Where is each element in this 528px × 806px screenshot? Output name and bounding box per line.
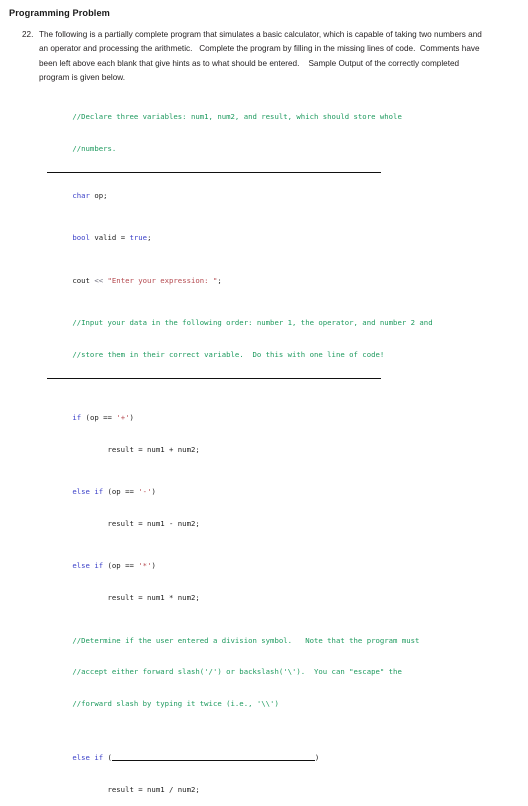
code-line-comment-declare-1: //Declare three variables: num1, num2, a…	[46, 102, 520, 134]
code-line-elseif-minus-body: result = num1 - num2;	[46, 508, 520, 540]
answer-blank-line-1[interactable]	[47, 172, 381, 174]
code-line-comment-div-1: //Determine if the user entered a divisi…	[46, 625, 520, 657]
condition-open: (op ==	[81, 413, 117, 423]
paren-close: )	[314, 753, 320, 763]
code-line-comment-div-3: //forward slash by typing it twice (i.e.…	[46, 689, 520, 721]
code-line-elseif-divide-body: result = num1 / num2;	[46, 774, 520, 806]
keyword-if: if	[72, 413, 82, 423]
answer-blank-line-2[interactable]	[47, 377, 381, 379]
keyword-true: true	[129, 233, 148, 243]
code-line-comment-div-2: //accept either forward slash('/') or ba…	[46, 657, 520, 689]
code-blank-row	[46, 254, 520, 265]
semicolon: ;	[147, 233, 152, 243]
code-line-elseif-divide: else if ()	[46, 741, 520, 774]
code-line-comment-declare-2: //numbers.	[46, 133, 520, 165]
identifier-cout: cout	[72, 275, 90, 285]
code-line-char-decl: char op;	[46, 180, 520, 212]
code-blank-row	[46, 614, 520, 625]
problem-text: The following is a partially complete pr…	[39, 30, 485, 83]
answer-blank-inline-condition[interactable]	[111, 752, 315, 762]
code-blank-row	[46, 466, 520, 477]
code-line-if: if (op == '+')	[46, 402, 520, 434]
statement-text: result = num1 + num2;	[72, 444, 200, 454]
code-blank-row	[46, 720, 520, 731]
code-blank-row	[46, 212, 520, 223]
code-line-comment-input-2: //store them in their correct variable. …	[46, 339, 520, 371]
comment-text: //Input your data in the following order…	[72, 317, 433, 327]
comment-text: //numbers.	[72, 144, 117, 153]
condition-close: )	[129, 413, 134, 423]
comment-text: //accept either forward slash('/') or ba…	[72, 667, 402, 677]
statement-text: result = num1 - num2;	[72, 519, 200, 528]
keyword-else-if: else if	[72, 487, 104, 497]
semicolon: ;	[217, 275, 222, 285]
code-blank-row	[46, 731, 520, 742]
code-line-elseif-minus: else if (op == '-')	[46, 477, 520, 509]
keyword-else-if: else if	[72, 753, 104, 763]
comment-text: //Determine if the user entered a divisi…	[72, 635, 420, 645]
code-blank-row	[46, 297, 520, 308]
code-line-if-body: result = num1 + num2;	[46, 434, 520, 466]
keyword-bool: bool	[72, 233, 90, 243]
code-line-comment-input-1: //Input your data in the following order…	[46, 307, 520, 339]
document-page: Programming Problem 22. The following is…	[0, 0, 528, 794]
code-listing: //Declare three variables: num1, num2, a…	[46, 102, 520, 806]
code-line-elseif-times: else if (op == '*')	[46, 551, 520, 583]
problem-number: 22.	[22, 30, 34, 39]
statement-text: result = num1 * num2;	[72, 593, 200, 603]
comment-text: //forward slash by typing it twice (i.e.…	[72, 699, 279, 709]
char-literal-plus: '+'	[116, 413, 130, 423]
paren-open: (	[103, 753, 112, 763]
problem-block: 22. The following is a partially complet…	[22, 28, 482, 86]
page-title: Programming Problem	[9, 8, 110, 18]
string-literal: "Enter your expression: "	[107, 275, 218, 285]
stream-operator: <<	[89, 275, 108, 285]
condition-open: (op ==	[103, 487, 139, 497]
comment-text: //store them in their correct variable. …	[72, 349, 385, 359]
statement-text: result = num1 / num2;	[72, 784, 200, 794]
code-blank-row	[46, 386, 520, 397]
keyword-else-if: else if	[72, 561, 104, 571]
identifier-op: op;	[89, 190, 108, 200]
code-blank-row	[46, 540, 520, 551]
keyword-char: char	[72, 190, 90, 200]
code-line-bool-decl: bool valid = true;	[46, 223, 520, 255]
char-literal-minus: '-'	[138, 487, 152, 497]
code-line-cout: cout << "Enter your expression: ";	[46, 265, 520, 297]
comment-text: //Declare three variables: num1, num2, a…	[72, 112, 402, 122]
identifier-valid: valid =	[89, 233, 130, 243]
code-line-elseif-times-body: result = num1 * num2;	[46, 583, 520, 615]
condition-close: )	[151, 561, 156, 571]
char-literal-asterisk: '*'	[138, 561, 152, 571]
condition-open: (op ==	[103, 561, 139, 571]
condition-close: )	[151, 487, 156, 497]
